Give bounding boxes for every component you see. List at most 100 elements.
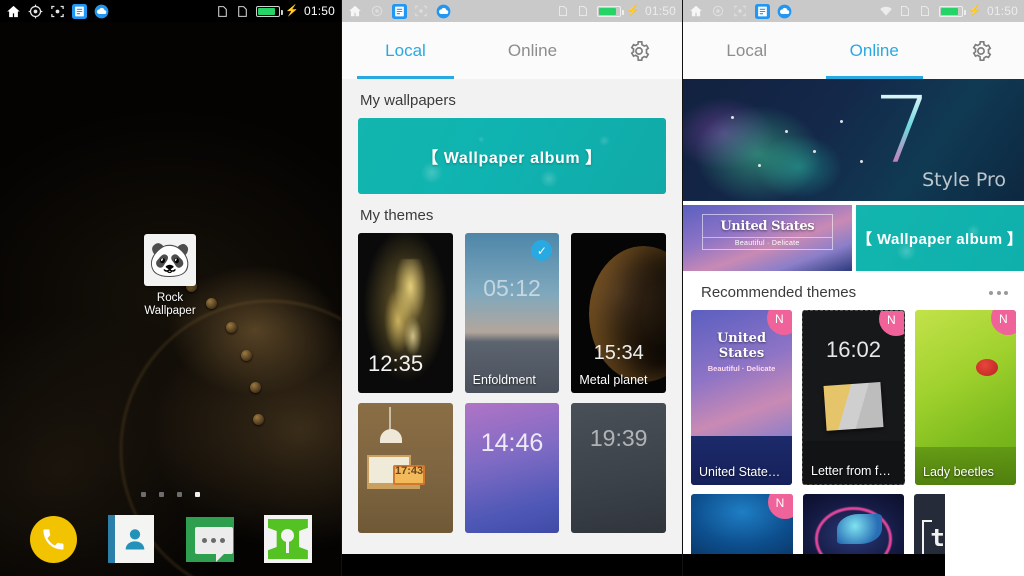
- home-icon: [689, 4, 704, 19]
- new-badge: N: [879, 311, 904, 336]
- recommended-themes-title: Recommended themes: [701, 284, 857, 301]
- page-indicator-dots[interactable]: [0, 492, 341, 497]
- hero-numeral: 7: [873, 79, 932, 184]
- tab-online[interactable]: Online: [469, 22, 596, 79]
- new-badge: N: [767, 494, 793, 519]
- recommended-themes-header: Recommended themes: [683, 271, 1024, 310]
- theme-card-clock: 14:46: [480, 429, 544, 457]
- screenshot-icon: [50, 4, 65, 19]
- sim2-icon: [919, 4, 934, 19]
- app-icon-rock-wallpaper[interactable]: 🐼 Rock Wallpaper: [106, 234, 234, 318]
- screenshot-root: ⚡ 01:50 🐼 Rock Wallpaper ⚡ 01:50 Local O…: [0, 0, 1024, 576]
- home-dock: [0, 514, 341, 564]
- page-dot[interactable]: [177, 492, 182, 497]
- local-bottom-bar: [342, 554, 682, 576]
- theme-card-name: Enfoldment: [472, 373, 536, 387]
- theme-card-clock: 12:35: [368, 351, 424, 376]
- battery-icon: [256, 5, 284, 17]
- theme-card-name: Lady beetles: [923, 465, 994, 479]
- online-status-bar: ⚡ 01:50: [683, 0, 1024, 22]
- recommended-grid-row-1: N United States Beautiful · Delicate Uni…: [683, 310, 1024, 485]
- home-screen-panel: ⚡ 01:50 🐼 Rock Wallpaper: [0, 0, 341, 576]
- local-content: My wallpapers 【 Wallpaper album 】 My the…: [342, 79, 682, 576]
- wallpaper-album-label: 【 Wallpaper album 】: [857, 230, 1023, 248]
- gear-icon: [628, 40, 650, 62]
- status-clock: 01:50: [303, 4, 335, 18]
- home-icon: [348, 4, 363, 19]
- dock-item-contacts[interactable]: [106, 514, 156, 564]
- theme-card[interactable]: N Lady beetles: [915, 310, 1016, 485]
- white-overlay-box: [945, 486, 1024, 576]
- charging-bolt-icon: ⚡: [968, 4, 982, 17]
- page-dot-active[interactable]: [195, 492, 200, 497]
- wallpaper-album-button[interactable]: 【 Wallpaper album 】: [855, 205, 1024, 271]
- theme-card[interactable]: 15:34 Metal planet: [571, 233, 667, 393]
- screenshot-icon: [414, 4, 429, 19]
- theme-card[interactable]: 17:43: [358, 403, 453, 533]
- tab-local[interactable]: Local: [342, 22, 469, 79]
- tab-online-label: Online: [507, 40, 558, 60]
- theme-card[interactable]: 12:35: [358, 233, 453, 393]
- wifi-icon: [879, 4, 894, 19]
- theme-card-clock: 15:34: [593, 342, 644, 364]
- theme-card-name: United States...: [699, 465, 785, 479]
- tab-local-label: Local: [385, 40, 426, 60]
- dock-item-messaging[interactable]: [185, 514, 235, 564]
- status-left-icons: [6, 3, 109, 19]
- theme-app-online-panel: ⚡ 01:50 Local Online 7 Style Pro United …: [682, 0, 1024, 576]
- app-label-line2: Wallpaper: [144, 305, 196, 317]
- status-right-icons: ⚡ 01:50: [216, 4, 335, 19]
- theme-card[interactable]: 19:39: [571, 403, 667, 533]
- theme-grid-row-1: 12:35 ✓ 05:12 Enfoldment 15:34 Metal pla…: [342, 233, 682, 393]
- theme-card-clock: 16:02: [825, 337, 882, 362]
- location-icon: [28, 4, 43, 19]
- theme-card-clock: 05:12: [483, 275, 541, 301]
- gear-icon: [970, 40, 992, 62]
- calendar-icon: [392, 3, 407, 19]
- calendar-icon: [755, 3, 770, 19]
- theme-art-subtitle: Beautiful · Delicate: [707, 364, 776, 373]
- home-icon: [6, 4, 21, 19]
- dock-item-app-drawer[interactable]: [263, 514, 313, 564]
- tab-local-label: Local: [726, 40, 768, 60]
- tab-online-label: Online: [849, 40, 899, 60]
- page-dot[interactable]: [141, 492, 146, 497]
- local-status-bar: ⚡ 01:50: [342, 0, 682, 22]
- page-dot[interactable]: [159, 492, 164, 497]
- my-wallpapers-title: My wallpapers: [360, 92, 456, 109]
- tab-local[interactable]: Local: [683, 22, 811, 79]
- location-icon: [711, 4, 726, 19]
- app-icon-glyph: 🐼: [148, 241, 192, 279]
- settings-button[interactable]: [596, 22, 682, 79]
- online-tab-bar: Local Online: [683, 22, 1024, 79]
- banner-united-states[interactable]: United States Beautiful · Delicate: [683, 205, 852, 271]
- wallpaper-album-button[interactable]: 【 Wallpaper album 】: [358, 118, 666, 194]
- theme-card[interactable]: 14:46: [464, 403, 560, 533]
- theme-card[interactable]: N 16:02 Letter from far a: [802, 310, 905, 485]
- banner-title: United States: [720, 218, 815, 234]
- status-clock: 01:50: [644, 4, 676, 18]
- new-badge: N: [991, 310, 1016, 335]
- theme-card-selected[interactable]: ✓ 05:12 Enfoldment: [464, 233, 560, 393]
- charging-bolt-icon: ⚡: [285, 4, 299, 17]
- hero-banner-style-pro[interactable]: 7 Style Pro: [683, 79, 1024, 201]
- theme-grid-row-2: 17:43 14:46 19:39: [342, 403, 682, 533]
- phone-icon: [29, 515, 77, 563]
- settings-button[interactable]: [938, 22, 1024, 79]
- more-dots-icon[interactable]: [989, 290, 1008, 295]
- screenshot-icon: [733, 4, 748, 19]
- cloud-icon: [94, 4, 109, 19]
- sim2-icon: [236, 4, 251, 19]
- sim1-icon: [557, 4, 572, 19]
- tab-online[interactable]: Online: [811, 22, 939, 79]
- theme-card[interactable]: N United States Beautiful · Delicate Uni…: [691, 310, 792, 485]
- theme-card-clock: 17:43: [395, 465, 424, 477]
- theme-art-title: United States: [716, 331, 767, 361]
- battery-icon: [597, 5, 625, 17]
- banner-row: United States Beautiful · Delicate 【 Wal…: [683, 205, 1024, 271]
- dock-item-phone[interactable]: [28, 514, 78, 564]
- status-clock: 01:50: [986, 4, 1018, 18]
- banner-subtitle: Beautiful · Delicate: [702, 236, 832, 247]
- contacts-icon: [108, 515, 155, 563]
- home-status-bar: ⚡ 01:50: [0, 0, 341, 22]
